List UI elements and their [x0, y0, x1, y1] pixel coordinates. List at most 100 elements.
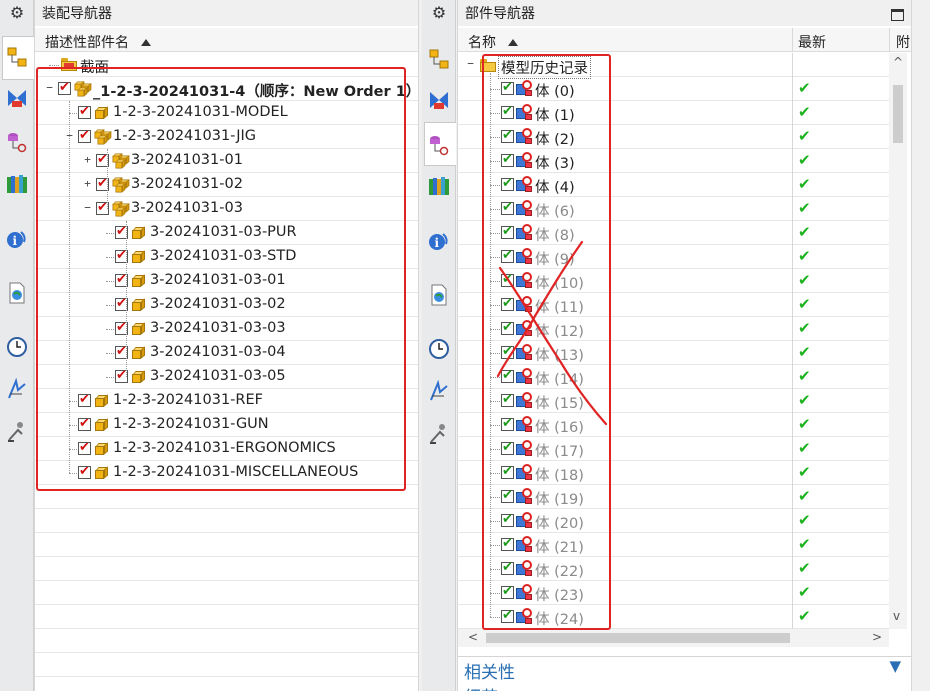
- table-row[interactable]: 体 (4) ✔: [458, 173, 889, 197]
- table-row[interactable]: [35, 485, 418, 509]
- constraint-navigator-icon[interactable]: [5, 86, 29, 110]
- visibility-checkbox[interactable]: [58, 80, 71, 95]
- table-row[interactable]: 3-20241031-03-01: [35, 269, 418, 293]
- vertical-scroll-thumb[interactable]: [893, 85, 903, 143]
- horizontal-scrollbar[interactable]: < >: [458, 629, 889, 647]
- tree-node-label[interactable]: 3-20241031-03-PUR: [150, 224, 297, 240]
- body-visibility-checkbox[interactable]: [501, 80, 514, 95]
- body-visibility-checkbox[interactable]: [501, 584, 514, 599]
- body-label[interactable]: 体 (0): [535, 80, 575, 101]
- tree-node-label[interactable]: 1-2-3-20241031-MISCELLANEOUS: [113, 464, 358, 480]
- table-row[interactable]: [35, 629, 418, 653]
- body-visibility-checkbox[interactable]: [501, 152, 514, 167]
- details-section-title[interactable]: 细节: [464, 683, 498, 691]
- body-label[interactable]: 体 (2): [535, 128, 575, 149]
- table-row[interactable]: [35, 557, 418, 581]
- settings-gear-icon[interactable]: ⚙: [5, 0, 29, 24]
- settings-gear-icon[interactable]: ⚙: [427, 0, 451, 24]
- body-visibility-checkbox[interactable]: [501, 488, 514, 503]
- table-row[interactable]: −1-2-3-20241031-JIG: [35, 125, 418, 149]
- scroll-down-icon[interactable]: v: [893, 609, 900, 623]
- table-row[interactable]: 体 (19) ✔: [458, 485, 889, 509]
- table-row[interactable]: 体 (1) ✔: [458, 101, 889, 125]
- maximize-icon[interactable]: [891, 9, 904, 21]
- assembly-navigator-icon[interactable]: [5, 45, 29, 69]
- chevron-down-icon[interactable]: ▼: [889, 657, 901, 675]
- table-row[interactable]: − _1-2-3-20241031-4（顺序：New Order 1）: [35, 77, 420, 101]
- tree-node-label[interactable]: 截面: [80, 56, 109, 77]
- body-visibility-checkbox[interactable]: [501, 464, 514, 479]
- body-label[interactable]: 体 (23): [535, 584, 584, 605]
- table-row[interactable]: 3-20241031-03-PUR: [35, 221, 418, 245]
- tree-node-label[interactable]: 3-20241031-02: [131, 176, 243, 192]
- table-row[interactable]: 体 (2) ✔: [458, 125, 889, 149]
- table-row[interactable]: 体 (21) ✔: [458, 533, 889, 557]
- history-icon[interactable]: [5, 335, 29, 359]
- body-label[interactable]: 体 (24): [535, 608, 584, 629]
- column-up-to-date[interactable]: 最新: [798, 32, 826, 52]
- body-visibility-checkbox[interactable]: [501, 512, 514, 527]
- details-section[interactable]: 细节: [458, 682, 911, 691]
- tree-node-label[interactable]: 3-20241031-03-02: [150, 296, 286, 312]
- process-studio-icon[interactable]: [5, 377, 29, 401]
- table-row[interactable]: 1-2-3-20241031-ERGONOMICS: [35, 437, 418, 461]
- visibility-checkbox[interactable]: [78, 464, 91, 479]
- table-row[interactable]: 3-20241031-03-03: [35, 317, 418, 341]
- collapse-icon[interactable]: −: [466, 58, 475, 69]
- table-row[interactable]: 体 (17) ✔: [458, 437, 889, 461]
- table-row[interactable]: 3-20241031-03-02: [35, 293, 418, 317]
- tree-node-label[interactable]: 1-2-3-20241031-ERGONOMICS: [113, 440, 336, 456]
- body-label[interactable]: 体 (6): [535, 200, 575, 221]
- body-label[interactable]: 体 (4): [535, 176, 575, 197]
- body-label[interactable]: 体 (17): [535, 440, 584, 461]
- table-row[interactable]: 3-20241031-03-STD: [35, 245, 418, 269]
- table-row[interactable]: − 模型历史记录: [458, 53, 889, 79]
- body-visibility-checkbox[interactable]: [501, 200, 514, 215]
- table-row[interactable]: − 3-20241031-03: [35, 197, 418, 221]
- table-row[interactable]: +3-20241031-02: [35, 173, 418, 197]
- hd3d-tools-icon[interactable]: i: [5, 227, 29, 251]
- table-row[interactable]: +3-20241031-01: [35, 149, 418, 173]
- table-row[interactable]: 体 (22) ✔: [458, 557, 889, 581]
- body-label[interactable]: 体 (3): [535, 152, 575, 173]
- body-visibility-checkbox[interactable]: [501, 128, 514, 143]
- web-browser-icon[interactable]: [427, 283, 451, 307]
- tree-node-label[interactable]: 1-2-3-20241031-MODEL: [113, 104, 288, 120]
- body-visibility-checkbox[interactable]: [501, 176, 514, 191]
- vertical-scrollbar[interactable]: ^ v: [889, 53, 907, 629]
- part-column-header[interactable]: 名称 最新 附: [458, 28, 911, 52]
- table-row[interactable]: [35, 605, 418, 629]
- tree-node-label[interactable]: 1-2-3-20241031-REF: [113, 392, 263, 408]
- history-icon[interactable]: [427, 337, 451, 361]
- hd3d-tools-icon[interactable]: i: [427, 229, 451, 253]
- column-attached[interactable]: 附: [896, 32, 910, 52]
- table-row[interactable]: 3-20241031-03-04: [35, 341, 418, 365]
- body-visibility-checkbox[interactable]: [501, 560, 514, 575]
- tree-node-label[interactable]: 3-20241031-03-04: [150, 344, 286, 360]
- collapse-icon[interactable]: −: [45, 82, 54, 93]
- table-row[interactable]: [35, 581, 418, 605]
- body-visibility-checkbox[interactable]: [501, 608, 514, 623]
- visibility-checkbox[interactable]: [78, 128, 91, 143]
- web-browser-icon[interactable]: [5, 281, 29, 305]
- reuse-library-icon[interactable]: [427, 174, 451, 198]
- collapse-icon[interactable]: −: [83, 202, 92, 213]
- tree-node-label[interactable]: 3-20241031-03-01: [150, 272, 286, 288]
- roles-icon[interactable]: [5, 419, 29, 443]
- visibility-checkbox[interactable]: [78, 392, 91, 407]
- body-label[interactable]: 体 (22): [535, 560, 584, 581]
- assembly-navigator-icon[interactable]: [427, 47, 451, 71]
- table-row[interactable]: 1-2-3-20241031-MISCELLANEOUS: [35, 461, 418, 485]
- visibility-checkbox[interactable]: [78, 416, 91, 431]
- table-row[interactable]: 1-2-3-20241031-GUN: [35, 413, 418, 437]
- visibility-checkbox[interactable]: [78, 440, 91, 455]
- part-navigator-icon[interactable]: [427, 133, 451, 157]
- scroll-right-icon[interactable]: >: [872, 630, 882, 644]
- body-label[interactable]: 体 (19): [535, 488, 584, 509]
- table-row[interactable]: [35, 533, 418, 557]
- part-navigator-icon[interactable]: [5, 130, 29, 154]
- dependencies-section-title[interactable]: 相关性: [464, 658, 515, 683]
- body-label[interactable]: 体 (20): [535, 512, 584, 533]
- tree-node-label[interactable]: 3-20241031-03: [131, 200, 243, 216]
- expand-icon[interactable]: +: [83, 178, 92, 189]
